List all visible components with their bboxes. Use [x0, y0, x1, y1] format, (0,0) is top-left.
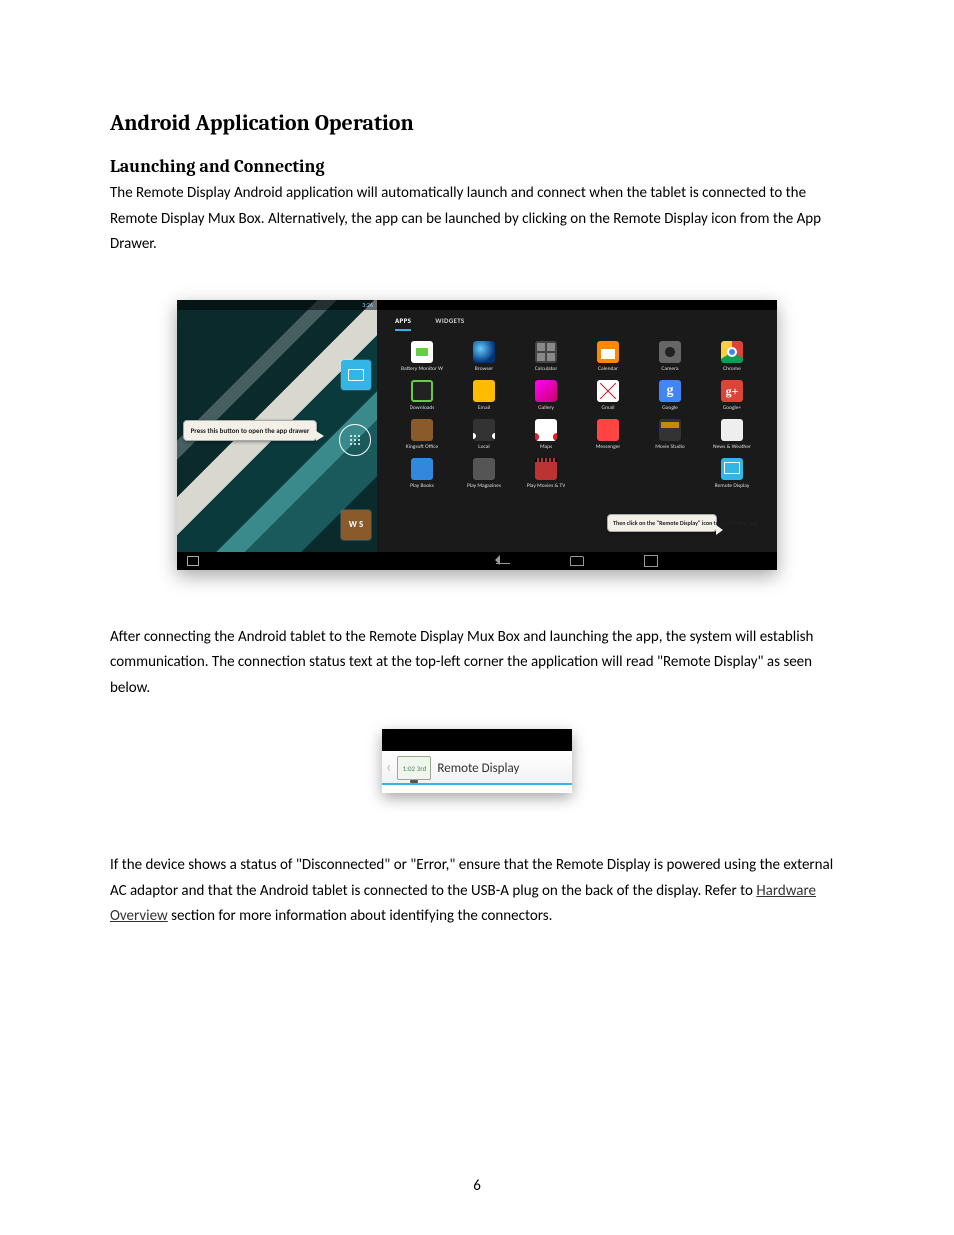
app-label: Maps [540, 444, 552, 450]
paragraph-2: After connecting the Android tablet to t… [110, 625, 844, 702]
paragraph-3: If the device shows a status of "Disconn… [110, 853, 844, 930]
callout-remote-display: Then click on the "Remote Display" icon … [607, 514, 717, 532]
paragraph-1: The Remote Display Android application w… [110, 181, 844, 258]
app-label: Downloads [410, 405, 435, 411]
app-label: Browser [475, 366, 493, 372]
play-books-icon [411, 458, 433, 480]
app-icon[interactable]: Play Magazines [457, 458, 511, 489]
app-label: Email [478, 405, 490, 411]
heading-2: Launching and Connecting [110, 156, 844, 177]
app-icon[interactable]: Downloads [395, 380, 449, 411]
app-label: Battery Monitor W [401, 366, 443, 372]
app-icon[interactable]: News & Weather [705, 419, 759, 450]
app-label: Gallery [538, 405, 554, 411]
back-chevron-icon[interactable]: ‹ [386, 760, 391, 776]
camera-icon [659, 341, 681, 363]
app-label: Google [662, 405, 678, 411]
app-icon[interactable]: g Google [643, 380, 697, 411]
app-label: Messenger [596, 444, 621, 450]
google--icon: g+ [721, 380, 743, 402]
calculator-icon [535, 341, 557, 363]
calendar-icon [597, 341, 619, 363]
app-label: Google+ [723, 405, 742, 411]
play-magazines-icon [473, 458, 495, 480]
app-icon[interactable]: Gmail [581, 380, 635, 411]
app-icon[interactable]: Play Books [395, 458, 449, 489]
downloads-icon [411, 380, 433, 402]
kingsoft-office-icon [411, 419, 433, 441]
app-icon[interactable]: g+ Google+ [705, 380, 759, 411]
app-icon[interactable]: Maps [519, 419, 573, 450]
dock-remote-display-icon[interactable] [341, 360, 371, 390]
app-label: Local [478, 444, 489, 450]
app-label: Camera [661, 366, 678, 372]
app-icon[interactable]: Browser [457, 341, 511, 372]
app-icon[interactable]: Play Movies & TV [519, 458, 573, 489]
connection-status-label: Remote Display [437, 761, 519, 776]
app-label: Play Magazines [467, 483, 501, 489]
gallery-icon [535, 380, 557, 402]
figure-status-snippet: ‹ 1:02 3rd Remote Display [382, 729, 572, 793]
status-bar-black [382, 729, 572, 751]
app-label: Chrome [723, 366, 741, 372]
navbar-right [377, 552, 777, 570]
app-icon[interactable]: Calculator [519, 341, 573, 372]
gmail-icon [597, 380, 619, 402]
nav-back-button[interactable] [496, 557, 510, 564]
app-drawer-pane: APPS WIDGETS Battery Monitor W Browser Cal… [377, 300, 777, 570]
email-icon [473, 380, 495, 402]
app-label: News & Weather [713, 444, 751, 450]
app-icon[interactable]: Kingsoft Office [395, 419, 449, 450]
app-label: Play Books [410, 483, 434, 489]
chrome-icon [721, 341, 743, 363]
app-label: Calculator [535, 366, 558, 372]
home-screen-pane: 3:26 W S Press this button to open the a… [177, 300, 377, 570]
app-icon[interactable]: Camera [643, 341, 697, 372]
google-icon: g [659, 380, 681, 402]
app-icon[interactable]: Chrome [705, 341, 759, 372]
status-bar-left: 3:26 [177, 300, 377, 310]
figure-app-drawer: 3:26 W S Press this button to open the a… [177, 300, 777, 570]
play-movies-tv-icon [535, 458, 557, 480]
app-icon [643, 458, 697, 489]
app-drawer-button[interactable] [339, 424, 371, 456]
paragraph-3a: If the device shows a status of "Disconn… [110, 856, 833, 900]
movie-studio-icon [659, 419, 681, 441]
app-icon[interactable]: Local [457, 419, 511, 450]
messenger-icon [597, 419, 619, 441]
browser-icon [473, 341, 495, 363]
paragraph-3b: section for more information about ident… [168, 907, 553, 925]
app-icon[interactable]: Movie Studio [643, 419, 697, 450]
maps-icon [535, 419, 557, 441]
app-icon[interactable]: Remote Display [705, 458, 759, 489]
app-label: Kingsoft Office [406, 444, 438, 450]
app-label: Calendar [598, 366, 618, 372]
nav-home-button[interactable] [570, 556, 584, 566]
news-weather-icon [721, 419, 743, 441]
app-icon[interactable]: Calendar [581, 341, 635, 372]
nav-recents-button[interactable] [644, 555, 658, 567]
app-icon[interactable]: Messenger [581, 419, 635, 450]
app-label: Gmail [601, 405, 614, 411]
app-icon[interactable]: Battery Monitor W [395, 341, 449, 372]
app-icon [581, 458, 635, 489]
page-number: 6 [0, 1177, 954, 1195]
recents-button[interactable] [187, 556, 199, 566]
battery-monitor-w-icon [411, 341, 433, 363]
local-icon [473, 419, 495, 441]
app-icon[interactable]: Email [457, 380, 511, 411]
status-bar-right [377, 300, 777, 310]
heading-1: Android Application Operation [110, 110, 844, 136]
tab-apps[interactable]: APPS [395, 316, 411, 331]
app-label: Remote Display [715, 483, 750, 489]
tab-widgets[interactable]: WIDGETS [435, 316, 464, 331]
app-icon[interactable]: Gallery [519, 380, 573, 411]
app-label: Play Movies & TV [527, 483, 566, 489]
remote-display-app-icon: 1:02 3rd [397, 756, 431, 780]
remote-display-icon [721, 458, 743, 480]
navbar-left [177, 552, 377, 570]
app-label: Movie Studio [655, 444, 685, 450]
callout-open-drawer: Press this button to open the app drawer [183, 420, 317, 441]
dock-kingsoft-icon[interactable]: W S [341, 510, 371, 540]
